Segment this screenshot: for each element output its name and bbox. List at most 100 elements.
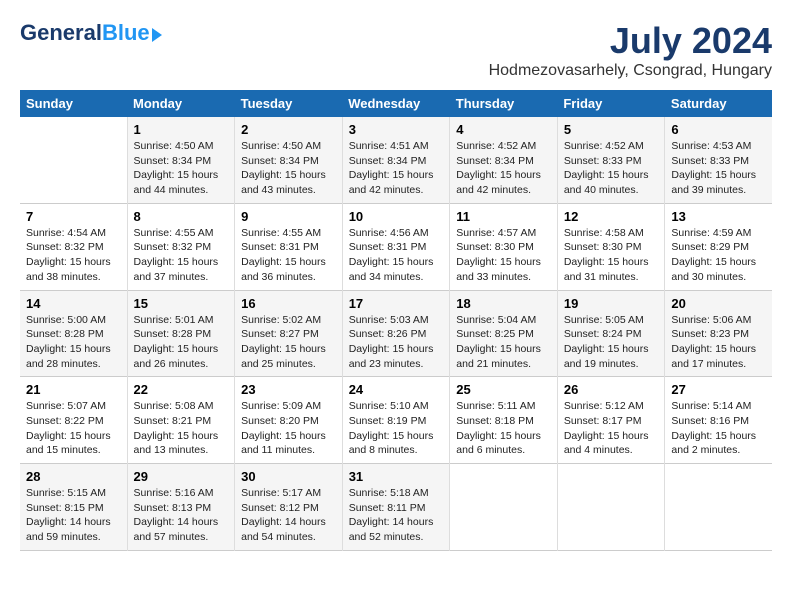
day-cell: 2Sunrise: 4:50 AMSunset: 8:34 PMDaylight… [235, 117, 343, 203]
day-info: Sunrise: 4:55 AMSunset: 8:31 PMDaylight:… [241, 226, 336, 285]
day-cell: 29 Sunrise: 5:16 AMSunset: 8:13 PMDayligh… [127, 464, 235, 551]
week-row-5: 28 Sunrise: 5:15 AMSunset: 8:15 PMDayligh… [20, 464, 772, 551]
calendar-header: SundayMondayTuesdayWednesdayThursdayFrid… [20, 90, 772, 117]
title-block: July 2024 Hodmezovasarhely, Csongrad, Hu… [489, 20, 772, 80]
header-col-monday: Monday [127, 90, 235, 117]
header-row: SundayMondayTuesdayWednesdayThursdayFrid… [20, 90, 772, 117]
day-number: 27 [671, 382, 766, 397]
day-number: 29 [134, 469, 229, 484]
day-number: 5 [564, 122, 659, 137]
day-info: Sunrise: 4:51 AMSunset: 8:34 PMDaylight:… [349, 139, 444, 198]
calendar-subtitle: Hodmezovasarhely, Csongrad, Hungary [489, 62, 772, 80]
day-info: Sunrise: 5:11 AMSunset: 8:18 PMDaylight:… [456, 399, 551, 458]
day-cell: 26 Sunrise: 5:12 AMSunset: 8:17 PMDayligh… [557, 377, 665, 464]
day-cell: 9 Sunrise: 4:55 AMSunset: 8:31 PMDaylight… [235, 203, 343, 290]
week-row-1: 1 Sunrise: 4:50 AMSunset: 8:34 PMDaylight… [20, 117, 772, 203]
day-number: 31 [349, 469, 444, 484]
day-number: 28 [26, 469, 121, 484]
day-cell [665, 464, 772, 551]
week-row-2: 7 Sunrise: 4:54 AMSunset: 8:32 PMDaylight… [20, 203, 772, 290]
day-info: Sunrise: 4:52 AMSunset: 8:33 PMDaylight:… [564, 139, 659, 198]
day-number: 9 [241, 209, 336, 224]
day-cell: 20Sunrise: 5:06 AMSunset: 8:23 PMDayligh… [665, 290, 772, 377]
day-info: Sunrise: 4:50 AMSunset: 8:34 PMDaylight:… [134, 139, 229, 198]
day-number: 10 [349, 209, 444, 224]
day-info: Sunrise: 4:59 AMSunset: 8:29 PMDaylight:… [671, 226, 766, 285]
day-cell: 21 Sunrise: 5:07 AMSunset: 8:22 PMDayligh… [20, 377, 127, 464]
day-cell: 25 Sunrise: 5:11 AMSunset: 8:18 PMDayligh… [450, 377, 558, 464]
day-cell: 5 Sunrise: 4:52 AMSunset: 8:33 PMDaylight… [557, 117, 665, 203]
day-number: 25 [456, 382, 551, 397]
day-number: 17 [349, 296, 444, 311]
day-cell: 3Sunrise: 4:51 AMSunset: 8:34 PMDaylight… [342, 117, 450, 203]
day-info: Sunrise: 5:10 AMSunset: 8:19 PMDaylight:… [349, 399, 444, 458]
day-cell: 28 Sunrise: 5:15 AMSunset: 8:15 PMDayligh… [20, 464, 127, 551]
day-info: Sunrise: 5:15 AMSunset: 8:15 PMDaylight:… [26, 486, 121, 545]
day-info: Sunrise: 5:04 AMSunset: 8:25 PMDaylight:… [456, 313, 551, 372]
page-header: General Blue July 2024 Hodmezovasarhely,… [20, 20, 772, 80]
day-info: Sunrise: 5:08 AMSunset: 8:21 PMDaylight:… [134, 399, 229, 458]
day-number: 2 [241, 122, 336, 137]
day-info: Sunrise: 5:03 AMSunset: 8:26 PMDaylight:… [349, 313, 444, 372]
day-cell: 11 Sunrise: 4:57 AMSunset: 8:30 PMDayligh… [450, 203, 558, 290]
day-cell: 14Sunrise: 5:00 AMSunset: 8:28 PMDayligh… [20, 290, 127, 377]
day-info: Sunrise: 5:12 AMSunset: 8:17 PMDaylight:… [564, 399, 659, 458]
day-number: 26 [564, 382, 659, 397]
day-cell [450, 464, 558, 551]
day-cell: 24 Sunrise: 5:10 AMSunset: 8:19 PMDayligh… [342, 377, 450, 464]
day-cell: 27 Sunrise: 5:14 AMSunset: 8:16 PMDayligh… [665, 377, 772, 464]
day-number: 1 [134, 122, 229, 137]
calendar-table: SundayMondayTuesdayWednesdayThursdayFrid… [20, 90, 772, 551]
day-number: 15 [134, 296, 229, 311]
day-cell: 1 Sunrise: 4:50 AMSunset: 8:34 PMDaylight… [127, 117, 235, 203]
day-number: 8 [134, 209, 229, 224]
day-info: Sunrise: 4:56 AMSunset: 8:31 PMDaylight:… [349, 226, 444, 285]
day-cell: 13 Sunrise: 4:59 AMSunset: 8:29 PMDayligh… [665, 203, 772, 290]
day-number: 21 [26, 382, 121, 397]
day-number: 30 [241, 469, 336, 484]
header-col-tuesday: Tuesday [235, 90, 343, 117]
day-info: Sunrise: 5:07 AMSunset: 8:22 PMDaylight:… [26, 399, 121, 458]
day-cell: 31 Sunrise: 5:18 AMSunset: 8:11 PMDayligh… [342, 464, 450, 551]
day-info: Sunrise: 5:18 AMSunset: 8:11 PMDaylight:… [349, 486, 444, 545]
day-cell: 18 Sunrise: 5:04 AMSunset: 8:25 PMDayligh… [450, 290, 558, 377]
day-info: Sunrise: 5:17 AMSunset: 8:12 PMDaylight:… [241, 486, 336, 545]
day-info: Sunrise: 4:58 AMSunset: 8:30 PMDaylight:… [564, 226, 659, 285]
day-cell: 7 Sunrise: 4:54 AMSunset: 8:32 PMDaylight… [20, 203, 127, 290]
day-number: 19 [564, 296, 659, 311]
day-cell: 17 Sunrise: 5:03 AMSunset: 8:26 PMDayligh… [342, 290, 450, 377]
day-number: 7 [26, 209, 121, 224]
day-cell: 10 Sunrise: 4:56 AMSunset: 8:31 PMDayligh… [342, 203, 450, 290]
day-number: 16 [241, 296, 336, 311]
day-cell: 23Sunrise: 5:09 AMSunset: 8:20 PMDayligh… [235, 377, 343, 464]
day-number: 4 [456, 122, 551, 137]
day-cell [557, 464, 665, 551]
day-number: 18 [456, 296, 551, 311]
day-info: Sunrise: 4:57 AMSunset: 8:30 PMDaylight:… [456, 226, 551, 285]
day-number: 11 [456, 209, 551, 224]
day-info: Sunrise: 5:14 AMSunset: 8:16 PMDaylight:… [671, 399, 766, 458]
logo-arrow-icon [152, 28, 162, 42]
day-info: Sunrise: 5:16 AMSunset: 8:13 PMDaylight:… [134, 486, 229, 545]
logo-general: General [20, 20, 102, 46]
day-cell: 22 Sunrise: 5:08 AMSunset: 8:21 PMDayligh… [127, 377, 235, 464]
day-info: Sunrise: 5:00 AMSunset: 8:28 PMDaylight:… [26, 313, 121, 372]
day-cell [20, 117, 127, 203]
day-info: Sunrise: 4:54 AMSunset: 8:32 PMDaylight:… [26, 226, 121, 285]
day-info: Sunrise: 5:01 AMSunset: 8:28 PMDaylight:… [134, 313, 229, 372]
day-info: Sunrise: 5:02 AMSunset: 8:27 PMDaylight:… [241, 313, 336, 372]
day-number: 13 [671, 209, 766, 224]
day-info: Sunrise: 4:53 AMSunset: 8:33 PMDaylight:… [671, 139, 766, 198]
header-col-thursday: Thursday [450, 90, 558, 117]
day-number: 6 [671, 122, 766, 137]
day-cell: 16 Sunrise: 5:02 AMSunset: 8:27 PMDayligh… [235, 290, 343, 377]
day-cell: 8 Sunrise: 4:55 AMSunset: 8:32 PMDaylight… [127, 203, 235, 290]
day-number: 22 [134, 382, 229, 397]
day-info: Sunrise: 5:06 AMSunset: 8:23 PMDaylight:… [671, 313, 766, 372]
day-number: 24 [349, 382, 444, 397]
day-cell: 12Sunrise: 4:58 AMSunset: 8:30 PMDayligh… [557, 203, 665, 290]
calendar-body: 1 Sunrise: 4:50 AMSunset: 8:34 PMDaylight… [20, 117, 772, 550]
day-info: Sunrise: 4:55 AMSunset: 8:32 PMDaylight:… [134, 226, 229, 285]
week-row-4: 21 Sunrise: 5:07 AMSunset: 8:22 PMDayligh… [20, 377, 772, 464]
day-cell: 30 Sunrise: 5:17 AMSunset: 8:12 PMDayligh… [235, 464, 343, 551]
